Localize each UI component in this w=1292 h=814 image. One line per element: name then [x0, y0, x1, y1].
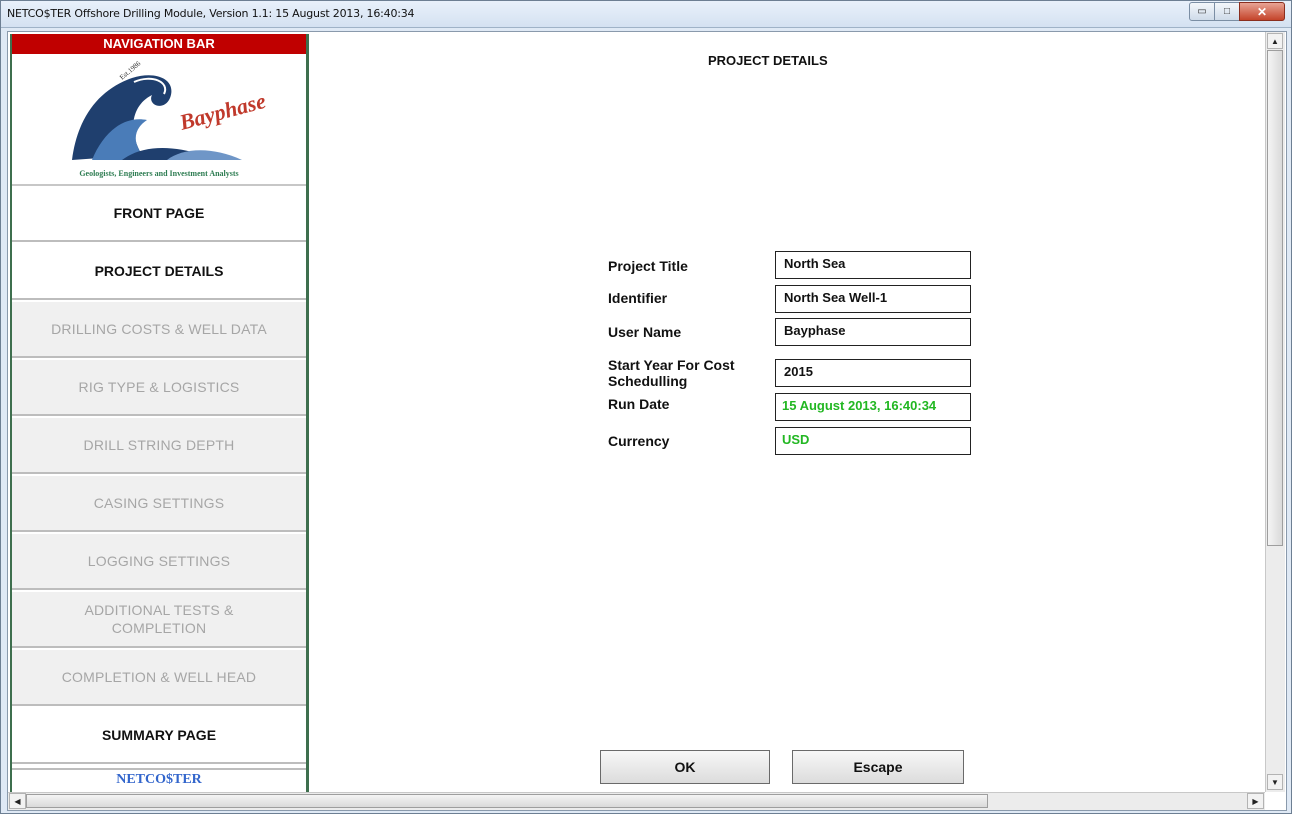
nav-footer-brand: NETCO$TER: [12, 768, 306, 794]
minimize-button[interactable]: ▭: [1189, 2, 1215, 21]
application-window: NETCO$TER Offshore Drilling Module, Vers…: [0, 0, 1292, 814]
nav-item-rig-type[interactable]: RIG TYPE & LOGISTICS: [12, 360, 306, 416]
nav-item-project-details[interactable]: PROJECT DETAILS: [12, 244, 306, 300]
nav-item-additional-tests[interactable]: ADDITIONAL TESTS & COMPLETION: [12, 592, 306, 648]
maximize-button[interactable]: □: [1214, 2, 1240, 21]
nav-item-drilling-costs[interactable]: DRILLING COSTS & WELL DATA: [12, 302, 306, 358]
logo-panel: Est.1986 Bayphase Geologists, Engineers …: [12, 54, 306, 186]
window-title: NETCO$TER Offshore Drilling Module, Vers…: [7, 7, 415, 20]
run-date-field: 15 August 2013, 16:40:34: [775, 393, 971, 421]
vertical-scroll-thumb[interactable]: [1267, 50, 1283, 546]
logo-brand-text: Bayphase: [176, 88, 266, 135]
scroll-up-arrow-icon[interactable]: ▲: [1267, 33, 1283, 49]
nav-item-logging-settings[interactable]: LOGGING SETTINGS: [12, 534, 306, 590]
project-title-field[interactable]: North Sea: [775, 251, 971, 279]
user-name-label: User Name: [608, 324, 682, 340]
currency-label: Currency: [608, 433, 670, 449]
currency-field: USD: [775, 427, 971, 455]
client-area: NAVIGATION BAR Est.1986 Bayphase Geologi…: [7, 31, 1287, 811]
nav-item-front-page[interactable]: FRONT PAGE: [12, 186, 306, 242]
scroll-down-arrow-icon[interactable]: ▼: [1267, 774, 1283, 790]
run-date-label: Run Date: [608, 396, 670, 412]
scroll-left-arrow-icon[interactable]: ◀: [9, 793, 26, 809]
bayphase-logo: Est.1986 Bayphase: [72, 60, 266, 160]
identifier-field[interactable]: North Sea Well-1: [775, 285, 971, 313]
navigation-bar: NAVIGATION BAR Est.1986 Bayphase Geologi…: [10, 34, 309, 794]
maximize-icon: □: [1223, 6, 1231, 17]
minimize-icon: ▭: [1197, 6, 1207, 17]
ok-button[interactable]: OK: [600, 750, 770, 784]
title-bar[interactable]: NETCO$TER Offshore Drilling Module, Vers…: [1, 1, 1291, 28]
horizontal-scrollbar[interactable]: ◀ ▶: [8, 792, 1265, 810]
nav-header: NAVIGATION BAR: [12, 34, 306, 54]
window-controls: ▭ □ ✕: [1189, 2, 1285, 21]
user-name-field[interactable]: Bayphase: [775, 318, 971, 346]
vertical-scrollbar[interactable]: ▲ ▼: [1265, 32, 1285, 792]
nav-item-summary-page[interactable]: SUMMARY PAGE: [12, 708, 306, 764]
close-button[interactable]: ✕: [1239, 2, 1285, 21]
nav-item-completion-well-head[interactable]: COMPLETION & WELL HEAD: [12, 650, 306, 706]
scroll-right-arrow-icon[interactable]: ▶: [1247, 793, 1264, 809]
nav-item-casing-settings[interactable]: CASING SETTINGS: [12, 476, 306, 532]
logo-caption: Geologists, Engineers and Investment Ana…: [79, 169, 239, 178]
nav-item-drill-string-depth[interactable]: DRILL STRING DEPTH: [12, 418, 306, 474]
project-title-label: Project Title: [608, 258, 688, 274]
start-year-field[interactable]: 2015: [775, 359, 971, 387]
start-year-label: Start Year For Cost Schedulling: [608, 357, 735, 389]
horizontal-scroll-thumb[interactable]: [26, 794, 988, 808]
page-title: PROJECT DETAILS: [708, 53, 828, 68]
escape-button[interactable]: Escape: [792, 750, 964, 784]
identifier-label: Identifier: [608, 290, 668, 306]
close-icon: ✕: [1256, 4, 1268, 19]
